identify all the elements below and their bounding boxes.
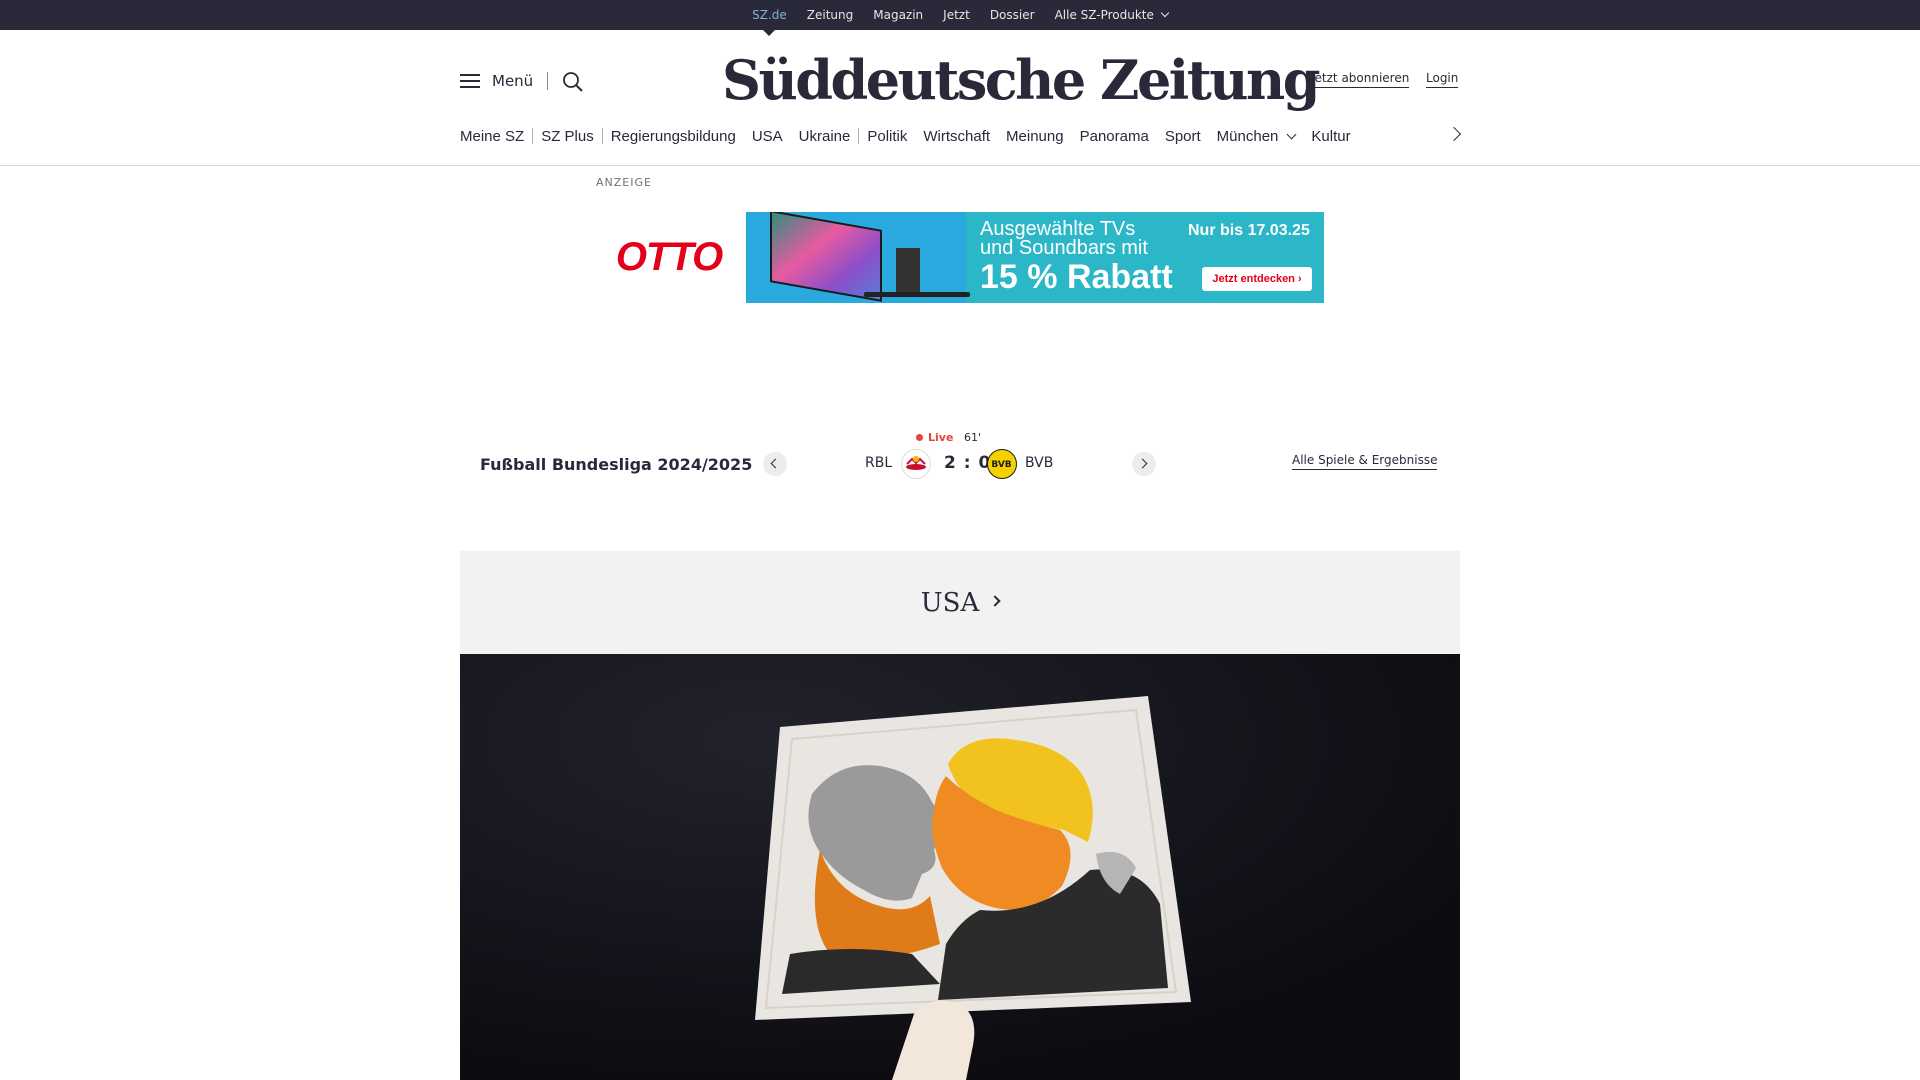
live-dot-icon — [916, 434, 923, 441]
topbar-link-magazin[interactable]: Magazin — [863, 0, 933, 30]
league-title: Fußball Bundesliga 2024/2025 — [480, 455, 753, 474]
nav-scroll-right-icon[interactable] — [1446, 126, 1462, 142]
ad-brand-text: OTTO — [615, 235, 723, 279]
nav-item-ukraine[interactable]: Ukraine — [791, 128, 859, 145]
top-bar: SZ.de Zeitung Magazin Jetzt Dossier Alle… — [0, 0, 1920, 36]
menu-label: Menü — [492, 72, 534, 90]
nav-item-wirtschaft[interactable]: Wirtschaft — [915, 128, 998, 145]
live-label: Live — [928, 431, 954, 444]
topbar-link-dossier[interactable]: Dossier — [980, 0, 1045, 30]
live-badge: Live — [916, 431, 953, 444]
ad-tv-image — [746, 212, 970, 303]
ad-headline: Ausgewählte TVs und Soundbars mit — [980, 219, 1148, 259]
section-header-usa[interactable]: USA — [460, 551, 1460, 654]
match-score[interactable]: 2 : 0 — [944, 453, 991, 473]
all-games-link[interactable]: Alle Spiele & Ergebnisse — [1292, 453, 1438, 470]
site-logo[interactable]: Süddeutsche Zeitung — [722, 48, 1321, 112]
topbar-link-zeitung[interactable]: Zeitung — [797, 0, 863, 30]
home-team[interactable]: RBL — [865, 455, 892, 471]
advertisement-banner[interactable]: OTTO Ausgewählte TVs und Soundbars mit 1… — [592, 212, 1324, 303]
bvb-crest-icon: BVB — [987, 449, 1017, 479]
next-match-button[interactable] — [1132, 452, 1156, 476]
ad-discount: 15 % Rabatt — [980, 258, 1173, 296]
svg-text:BVB: BVB — [991, 460, 1011, 470]
hero-drawing-illustration — [460, 654, 1460, 1080]
prev-match-button[interactable] — [763, 452, 787, 476]
ad-label: ANZEIGE — [596, 176, 652, 189]
search-icon — [563, 72, 583, 92]
menu-button[interactable]: Menü — [460, 72, 533, 90]
topbar-products-label: Alle SZ-Produkte — [1054, 8, 1154, 22]
header-divider — [547, 72, 548, 90]
section-title: USA — [920, 587, 980, 618]
nav-item-kultur[interactable]: Kultur — [1303, 128, 1358, 145]
topbar-link-szde[interactable]: SZ.de — [742, 0, 797, 36]
nav-item-muenchen[interactable]: München — [1209, 128, 1304, 145]
ad-cta-button[interactable]: Jetzt entdecken › — [1202, 267, 1312, 291]
nav-item-muenchen-label: München — [1216, 127, 1279, 145]
nav-item-panorama[interactable]: Panorama — [1072, 128, 1157, 145]
nav-item-sz-plus[interactable]: SZ Plus — [533, 128, 602, 145]
hero-image[interactable] — [460, 654, 1460, 1080]
site-header: Menü Süddeutsche Zeitung Jetzt abonniere… — [0, 30, 1920, 166]
ad-banner-body: Ausgewählte TVs und Soundbars mit 15 % R… — [746, 212, 1324, 303]
login-link[interactable]: Login — [1426, 71, 1459, 88]
ad-headline-line2: und Soundbars mit — [980, 237, 1148, 259]
nav-item-usa[interactable]: USA — [744, 128, 791, 145]
chevron-down-icon — [1286, 129, 1297, 139]
subscribe-link[interactable]: Jetzt abonnieren — [1311, 71, 1410, 88]
top-bar-links: SZ.de Zeitung Magazin Jetzt Dossier Alle… — [0, 0, 1920, 36]
away-team[interactable]: BVB — [1025, 455, 1053, 471]
nav-item-meinung[interactable]: Meinung — [998, 128, 1072, 145]
match-minute: 61' — [964, 431, 982, 444]
chevron-right-icon — [989, 594, 1001, 607]
nav-item-regierungsbildung[interactable]: Regierungsbildung — [603, 128, 744, 145]
topbar-products-dropdown[interactable]: Alle SZ-Produkte — [1045, 0, 1178, 30]
rbl-crest-icon — [901, 449, 931, 479]
chevron-down-icon — [1160, 8, 1170, 18]
nav-item-meine-sz[interactable]: Meine SZ — [460, 128, 532, 145]
hamburger-icon — [460, 73, 480, 89]
nav-item-politik[interactable]: Politik — [859, 128, 915, 145]
nav-item-sport[interactable]: Sport — [1157, 128, 1209, 145]
main-nav: Meine SZ SZ Plus Regierungsbildung USA U… — [460, 126, 1359, 146]
ad-brand-logo: OTTO — [592, 212, 746, 303]
topbar-link-jetzt[interactable]: Jetzt — [933, 0, 980, 30]
ad-deadline: Nur bis 17.03.25 — [1188, 222, 1310, 239]
search-button[interactable] — [562, 71, 584, 93]
